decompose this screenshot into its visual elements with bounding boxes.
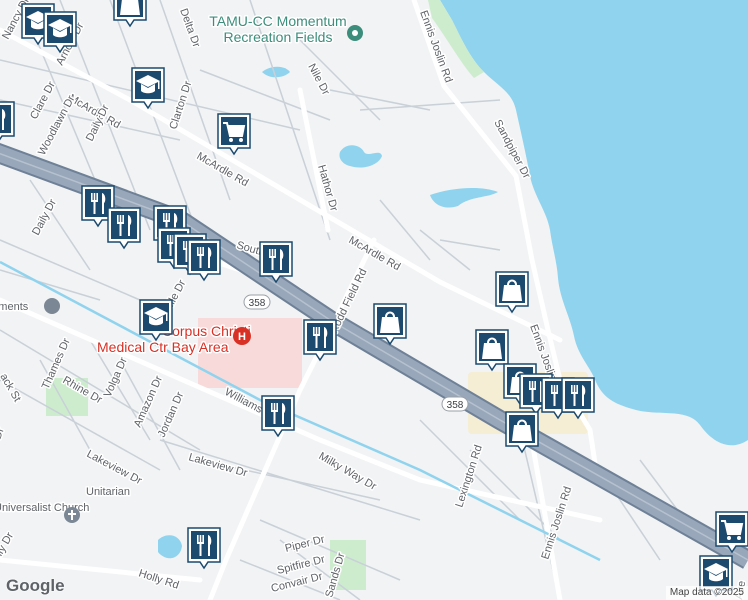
restaurant-pin-icon[interactable]	[0, 102, 14, 142]
map-attribution[interactable]: Map data ©2025	[665, 586, 748, 600]
school-pin-icon[interactable]	[140, 300, 172, 340]
shield-label: 358	[249, 298, 266, 309]
place-tamucc-line2: Recreation Fields	[224, 29, 333, 45]
school-pin-icon[interactable]	[44, 12, 76, 52]
shield-358-b: 358	[441, 396, 469, 412]
grocery-pin-icon[interactable]	[716, 512, 748, 552]
place-apartments-label: Apartments	[0, 301, 29, 313]
map-canvas[interactable]: 358 358 McArdle Rd McArdle Rd McArdle Rd…	[0, 0, 748, 600]
grocery-pin-icon[interactable]	[218, 114, 250, 154]
place-tamucc-line1: TAMU-CC Momentum	[209, 13, 346, 29]
school-pin-icon[interactable]	[132, 68, 164, 108]
shopping-pin-icon[interactable]	[496, 272, 528, 312]
restaurant-pin-icon[interactable]	[260, 242, 292, 282]
shield-358-a: 358	[243, 294, 271, 310]
shopping-pin-icon[interactable]	[374, 304, 406, 344]
google-logo: Google	[6, 576, 65, 595]
shield-label: 358	[447, 400, 464, 411]
restaurant-pin-icon[interactable]	[304, 320, 336, 360]
shopping-pin-icon[interactable]	[476, 330, 508, 370]
place-hospital-line2: Medical Ctr Bay Area	[97, 339, 229, 355]
apartments-icon	[44, 298, 60, 314]
restaurant-pin-icon[interactable]	[108, 208, 140, 248]
place-unitarian-line1: Unitarian	[86, 486, 130, 498]
restaurant-pin-icon[interactable]	[188, 240, 220, 280]
svg-text:H: H	[238, 331, 246, 343]
restaurant-pin-icon[interactable]	[262, 396, 294, 436]
restaurant-pin-icon[interactable]	[562, 378, 594, 418]
restaurant-pin-icon[interactable]	[188, 528, 220, 568]
shopping-pin-icon[interactable]	[506, 412, 538, 452]
